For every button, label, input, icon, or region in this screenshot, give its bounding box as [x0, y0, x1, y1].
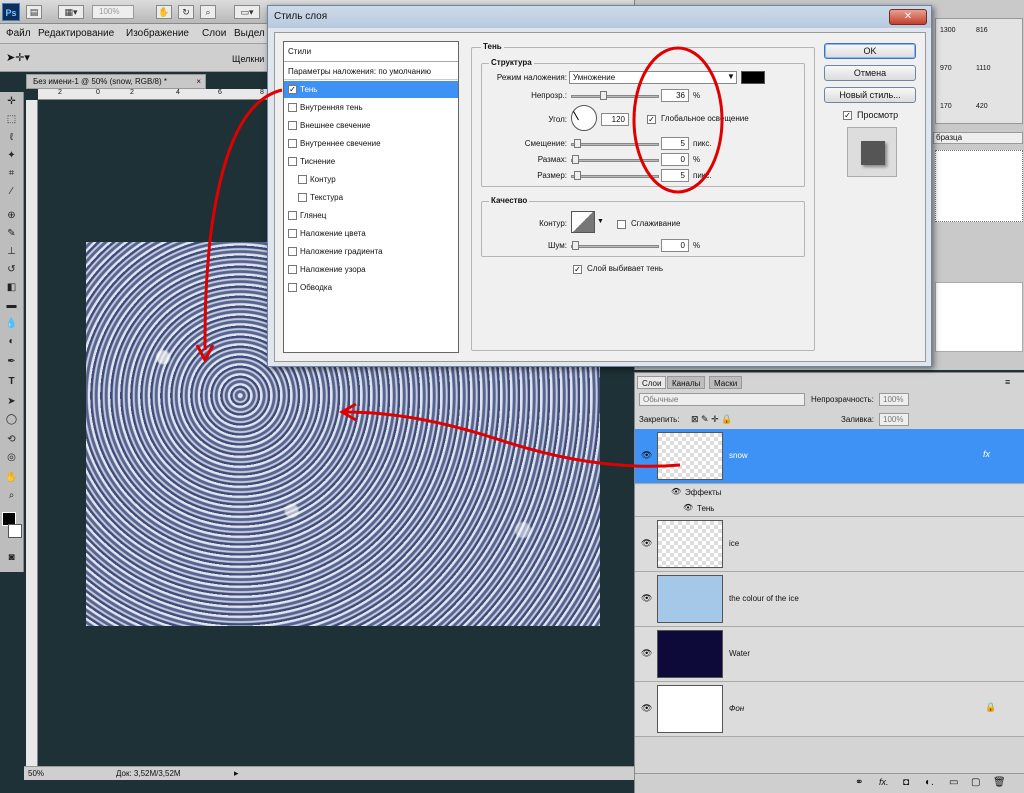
red-annotations	[195, 46, 724, 468]
annotation-circle	[632, 46, 724, 194]
annotation-arrow-1	[203, 88, 283, 351]
annotation-arrow-2	[344, 410, 681, 468]
